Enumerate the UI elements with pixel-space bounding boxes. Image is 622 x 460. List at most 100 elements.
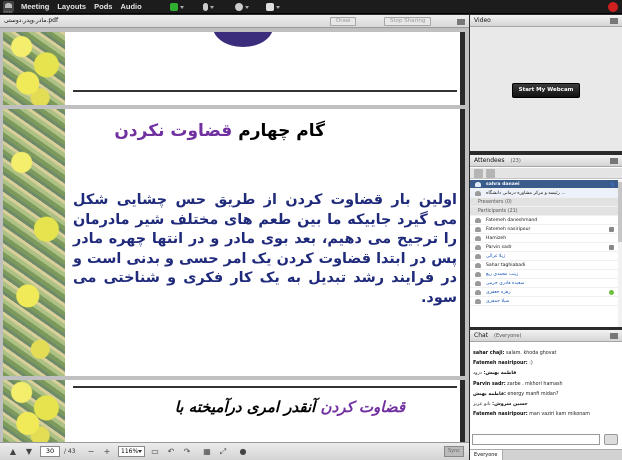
page-total: / 43 [64, 448, 76, 455]
slide-heading: گام چهارم قضاوت نکردن [114, 121, 325, 141]
participant-row[interactable]: Fatemeh nasiripour [470, 225, 622, 234]
zoom-select[interactable]: 116% [118, 446, 145, 457]
start-webcam-button[interactable]: Start My Webcam [512, 83, 580, 98]
share-pod: مادر.وپدر.دوستی.pdf Draw Stop Sharing گا… [0, 15, 469, 460]
attendees-pod: Attendees (23) sahra danaei رئیسه و مرکز … [470, 155, 622, 327]
attendee-status-icon[interactable] [474, 169, 483, 178]
pod-menu-icon[interactable] [457, 19, 465, 21]
menu-layouts[interactable]: Layouts [57, 0, 86, 14]
zoom-out-icon[interactable]: − [86, 447, 96, 457]
raise-hand-button[interactable] [266, 2, 280, 12]
participant-row[interactable]: شیلا جمفری [470, 297, 622, 306]
host-row[interactable]: sahra danaei [470, 180, 622, 189]
slide-edge [460, 380, 465, 442]
pod-menu-icon[interactable] [610, 158, 618, 160]
arrow-up-icon[interactable]: ▲ [8, 447, 18, 457]
next-heading-key: آنقدر امری درآمیخته با [174, 398, 316, 416]
webcam-button[interactable] [235, 2, 249, 12]
microphone-button[interactable] [203, 2, 214, 12]
chat-pod: Chat (Everyone) sahar chaji: salam. khoda… [470, 330, 622, 460]
chat-sender: Fatemeh nasiripour: [473, 412, 528, 418]
participant-row[interactable]: زینب محمدی ربع [470, 270, 622, 279]
chat-text: energy manfi midan? [505, 391, 559, 397]
hand-icon [266, 3, 274, 11]
decorative-shape [213, 32, 273, 47]
host-subtitle-row: رئیسه و مرکز مشاوره درمانی دانشگاه ... [470, 189, 622, 198]
flower-decoration [3, 380, 65, 442]
video-pod-title: Video [474, 17, 491, 24]
participant-name: Fatemeh daneshmand [486, 218, 538, 223]
participant-row[interactable]: Sahar taghiabadi [470, 261, 622, 270]
send-message-icon[interactable] [604, 434, 618, 445]
participants-section[interactable]: Participants (21) [470, 207, 622, 216]
slide-next-heading: قضاوت کردن آنقدر امری درآمیخته با [175, 398, 405, 416]
sync-status-icon[interactable]: ● [238, 447, 248, 457]
menu-meeting[interactable]: Meeting [21, 0, 49, 14]
participant-row[interactable]: زهره جعفری [470, 288, 622, 297]
participant-name: Hamizeh [486, 236, 507, 241]
arrow-down-icon[interactable]: ▼ [24, 447, 34, 457]
chevron-down-icon [180, 5, 184, 9]
participants-list: Fatemeh daneshmand Fatemeh nasiripour Hami… [470, 216, 622, 306]
zoom-in-icon[interactable]: + [102, 447, 112, 457]
logo-label: Adobe [3, 10, 13, 14]
chat-message: sahar chaji: salam. khoda ghovat [473, 349, 619, 359]
stop-sharing-button[interactable]: Stop Sharing [384, 17, 432, 26]
participant-row[interactable]: ژیلا غرالی [470, 252, 622, 261]
fullscreen-icon[interactable]: ⤢ [218, 447, 228, 457]
share-pod-footer: ▲ ▼ 30 / 43 − + 116% ▭ ↶ ↷ ▦ ⤢ ● Sync [0, 442, 469, 460]
slide-viewer[interactable]: گام چهارم قضاوت نکردن اولین بار قضاوت کر… [0, 29, 469, 442]
chat-text: :) [527, 361, 533, 367]
redo-icon[interactable]: ↷ [182, 447, 192, 457]
chat-input[interactable] [472, 434, 600, 445]
thumbnails-icon[interactable]: ▦ [202, 447, 212, 457]
list-view-icon[interactable] [486, 169, 495, 178]
participant-name: Fatemeh nasiripour [486, 227, 531, 232]
attendees-toolbar [470, 168, 622, 179]
next-heading-value: قضاوت کردن [320, 398, 405, 416]
undo-icon[interactable]: ↶ [166, 447, 176, 457]
pod-menu-icon[interactable] [610, 333, 618, 335]
participant-row[interactable]: Hamizeh [470, 234, 622, 243]
webcam-icon [235, 3, 243, 11]
sync-button[interactable]: Sync [444, 446, 464, 457]
user-icon [475, 245, 481, 250]
scrollbar-thumb[interactable] [618, 182, 622, 242]
participant-row[interactable]: سعیده قادری جرمی [470, 279, 622, 288]
microphone-icon [203, 3, 208, 11]
chat-scope: (Everyone) [494, 333, 522, 339]
menu-audio[interactable]: Audio [120, 0, 141, 14]
fit-page-icon[interactable]: ▭ [150, 447, 160, 457]
slide-divider [73, 90, 457, 92]
chat-message: فاطمه بهنش: درود [473, 369, 619, 379]
chat-text: zarbe . mkhori hamash [505, 381, 563, 387]
chevron-down-icon [245, 5, 249, 9]
document-title: مادر.وپدر.دوستی.pdf [4, 17, 59, 24]
draw-button[interactable]: Draw [330, 17, 357, 26]
page-number-input[interactable]: 30 [40, 446, 60, 457]
close-icon[interactable] [608, 2, 618, 12]
presenters-section[interactable]: Presenters (0) [470, 198, 622, 207]
chat-title-text: Chat [474, 332, 489, 339]
pod-menu-icon[interactable] [610, 18, 618, 20]
participant-name: Sahar taghiabadi [486, 263, 526, 268]
user-icon [475, 281, 481, 286]
chat-tab-everyone[interactable]: Everyone [470, 450, 503, 460]
participant-row[interactable]: Parvin sadr [470, 243, 622, 252]
chat-message: فاطمه بهنش: energy manfi midan? [473, 390, 619, 400]
user-icon [475, 290, 481, 295]
participant-name: شیلا جمفری [486, 299, 510, 304]
participant-row[interactable]: Fatemeh daneshmand [470, 216, 622, 225]
attendees-count: (23) [510, 158, 521, 164]
menu-pods[interactable]: Pods [94, 0, 112, 14]
attendees-scrollbar[interactable] [618, 180, 622, 327]
chat-sender: Parvin sadr: [473, 381, 506, 387]
user-icon [475, 263, 481, 268]
participant-name: سعیده قادری جرمی [486, 281, 525, 286]
user-icon [475, 236, 481, 241]
speaker-button[interactable] [170, 2, 184, 12]
user-icon [475, 254, 481, 259]
microphone-icon [611, 182, 614, 187]
app-menubar: Adobe Meeting Layouts Pods Audio [0, 0, 622, 14]
chat-tabs: Everyone [470, 449, 622, 460]
